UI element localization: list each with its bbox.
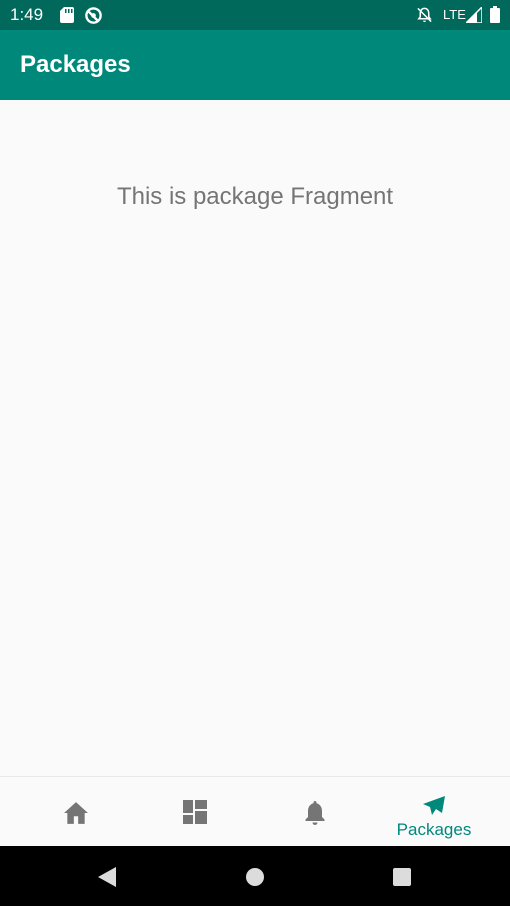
network-type: LTE — [443, 7, 466, 22]
send-icon — [423, 796, 445, 815]
bell-off-icon — [417, 7, 432, 23]
page-title: Packages — [20, 51, 131, 78]
home-icon — [64, 802, 88, 824]
back-icon[interactable] — [98, 867, 116, 887]
system-navigation-bar — [0, 846, 510, 906]
recents-icon[interactable] — [393, 868, 411, 886]
nav-label-packages: Packages — [396, 820, 472, 839]
bell-icon — [305, 801, 325, 825]
nav-item-home[interactable] — [16, 777, 136, 847]
bottom-navigation: Packages — [0, 776, 510, 846]
home-circle-icon[interactable] — [246, 868, 264, 886]
sync-icon — [85, 7, 102, 24]
battery-icon — [490, 6, 500, 23]
status-time: 1:49 — [10, 5, 44, 24]
sd-card-icon — [60, 7, 74, 23]
fragment-message: This is package Fragment — [116, 183, 394, 210]
status-bar: 1:49 LTE — [0, 0, 510, 30]
app-bar: Packages — [0, 30, 510, 100]
nav-item-packages[interactable]: Packages — [374, 777, 494, 847]
signal-icon — [466, 7, 482, 23]
fragment-content: This is package Fragment — [0, 100, 510, 776]
nav-item-dashboard[interactable] — [135, 777, 255, 847]
nav-item-notifications[interactable] — [255, 777, 375, 847]
dashboard-icon — [183, 800, 207, 824]
